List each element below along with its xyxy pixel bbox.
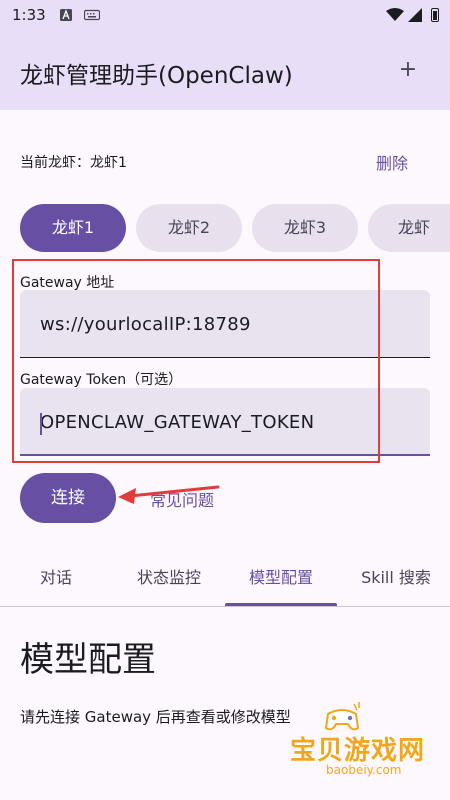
status-time: 1:33 (12, 6, 46, 24)
watermark-url: baobeiy.com (326, 763, 402, 777)
current-lobster-label: 当前龙虾：龙虾1 (20, 155, 127, 171)
chip-lobster-1[interactable]: 龙虾1 (20, 204, 126, 252)
tab-chat[interactable]: 对话 (20, 567, 92, 607)
wifi-icon (386, 8, 404, 21)
tab-status-monitor[interactable]: 状态监控 (120, 567, 218, 607)
chip-lobster-3[interactable]: 龙虾3 (252, 204, 358, 252)
app-title: 龙虾管理助手(OpenClaw) (20, 63, 293, 89)
connect-button[interactable]: 连接 (20, 473, 116, 523)
arrow-annotation-icon (118, 485, 220, 504)
chip-lobster-4[interactable]: 龙虾 (368, 204, 450, 252)
gamepad-logo-icon (324, 702, 360, 731)
notification-a-icon (60, 9, 72, 21)
battery-icon (431, 8, 439, 22)
keyboard-icon (84, 9, 100, 21)
watermark-title: 宝贝游戏网 (290, 736, 426, 766)
section-hint: 请先连接 Gateway 后再查看或修改模型 (20, 708, 291, 726)
delete-button[interactable]: 删除 (376, 150, 408, 174)
tab-skill-search[interactable]: Skill 搜索 (350, 567, 442, 607)
add-button[interactable]: + (396, 56, 420, 84)
signal-icon (408, 8, 422, 22)
tab-model-config[interactable]: 模型配置 (235, 567, 327, 607)
highlight-box (12, 259, 380, 463)
chip-lobster-2[interactable]: 龙虾2 (136, 204, 242, 252)
tab-divider (0, 606, 450, 607)
section-title: 模型配置 (20, 640, 156, 680)
